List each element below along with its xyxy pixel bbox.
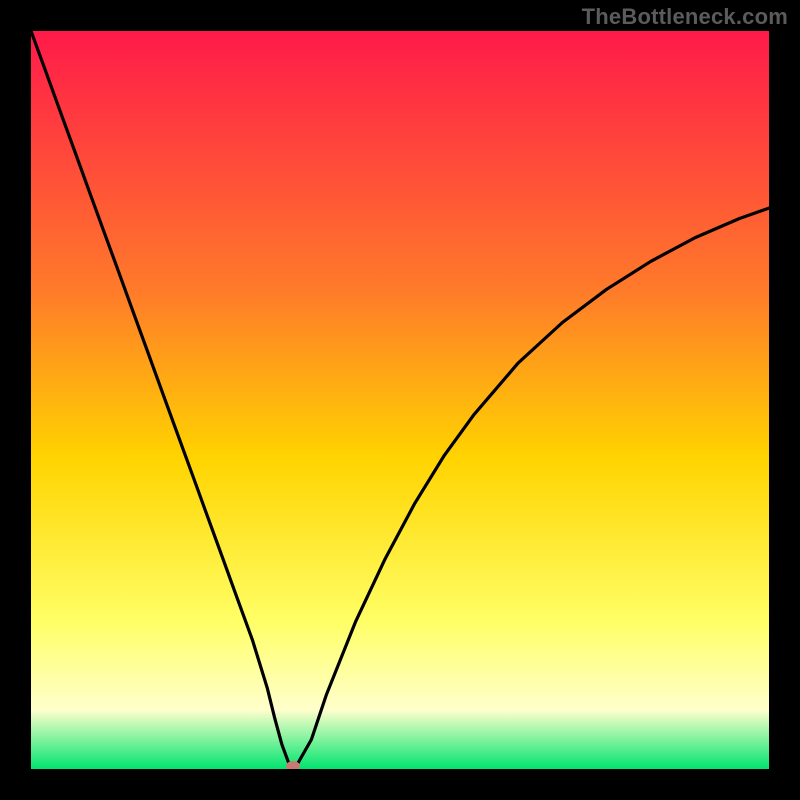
chart-svg <box>31 31 769 769</box>
chart-background <box>31 31 769 769</box>
chart-plot <box>31 31 769 769</box>
outer-frame: TheBottleneck.com <box>0 0 800 800</box>
watermark-text: TheBottleneck.com <box>582 4 788 30</box>
